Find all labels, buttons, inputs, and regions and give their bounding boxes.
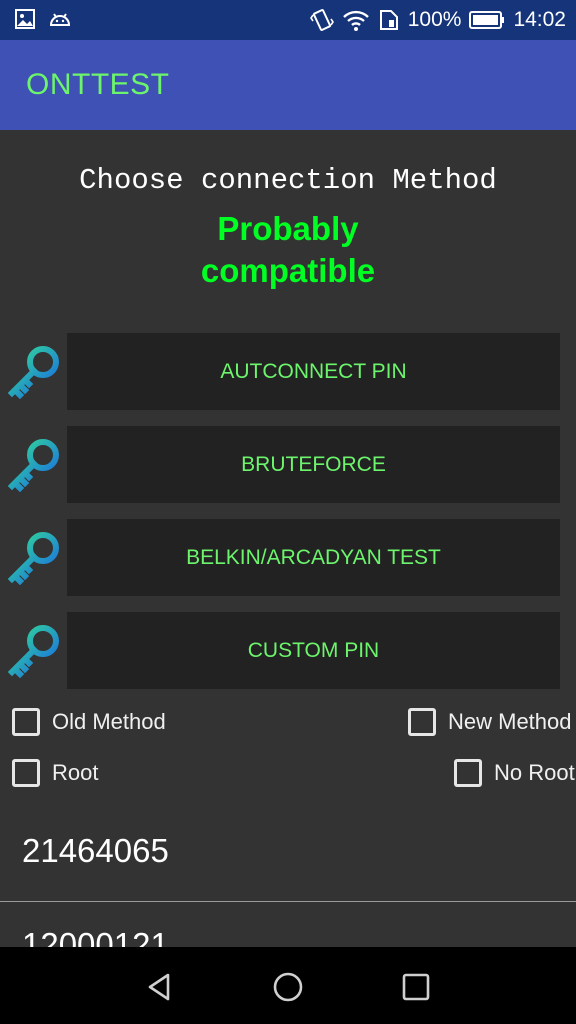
- belkin-arcadyan-test-button[interactable]: BELKIN/ARCADYAN TEST: [67, 519, 560, 596]
- checkbox-box[interactable]: [408, 708, 436, 736]
- key-icon: [7, 532, 59, 585]
- old-method-checkbox[interactable]: Old Method: [12, 708, 166, 736]
- recents-icon[interactable]: [398, 969, 434, 1005]
- app-bar: ONTTEST: [0, 40, 576, 130]
- method-row-belkin: BELKIN/ARCADYAN TEST: [0, 519, 576, 597]
- checkbox-box[interactable]: [12, 708, 40, 736]
- key-icon: [7, 346, 59, 399]
- vibrate-icon: [309, 9, 334, 31]
- list-item[interactable]: 12000121: [0, 902, 576, 948]
- key-icon: [7, 625, 59, 678]
- android-icon: [49, 13, 71, 26]
- page-heading: Choose connection Method: [79, 164, 497, 197]
- checkbox-box[interactable]: [454, 759, 482, 787]
- compatibility-line-1: Probably: [217, 210, 359, 247]
- method-row-custom-pin: CUSTOM PIN: [0, 612, 576, 690]
- list-item[interactable]: 21464065: [0, 808, 576, 902]
- sim-icon: [379, 10, 398, 30]
- old-method-label: Old Method: [52, 709, 166, 734]
- root-label: Root: [52, 760, 99, 785]
- method-row-bruteforce: BRUTEFORCE: [0, 426, 576, 504]
- method-row-autoconnect: AUTCONNECT PIN: [0, 333, 576, 411]
- clock: 14:02: [513, 8, 566, 31]
- wifi-icon: [342, 10, 369, 31]
- pin-value: 21464065: [22, 832, 169, 869]
- no-root-checkbox[interactable]: No Root: [454, 759, 575, 787]
- new-method-checkbox[interactable]: New Method: [408, 708, 572, 736]
- custom-pin-button[interactable]: CUSTOM PIN: [67, 612, 560, 689]
- app-title: ONTTEST: [26, 68, 170, 101]
- bruteforce-button[interactable]: BRUTEFORCE: [67, 426, 560, 503]
- checkbox-box[interactable]: [12, 759, 40, 787]
- root-checkbox[interactable]: Root: [12, 759, 98, 787]
- battery-icon: [469, 11, 505, 29]
- home-icon[interactable]: [270, 969, 306, 1005]
- autoconnect-pin-button[interactable]: AUTCONNECT PIN: [67, 333, 560, 410]
- navigation-bar: [0, 947, 576, 1024]
- new-method-label: New Method: [448, 709, 572, 734]
- key-icon: [7, 439, 59, 492]
- compatibility-status: Probably compatible: [0, 208, 576, 292]
- compatibility-line-2: compatible: [200, 252, 376, 289]
- pin-value: 12000121: [22, 926, 169, 948]
- status-bar: 100% 14:02: [0, 0, 576, 40]
- pin-list[interactable]: 21464065 12000121: [0, 808, 576, 948]
- gallery-icon: [15, 9, 35, 29]
- no-root-label: No Root: [494, 760, 575, 785]
- back-icon[interactable]: [142, 969, 178, 1005]
- battery-percent: 100%: [407, 8, 462, 31]
